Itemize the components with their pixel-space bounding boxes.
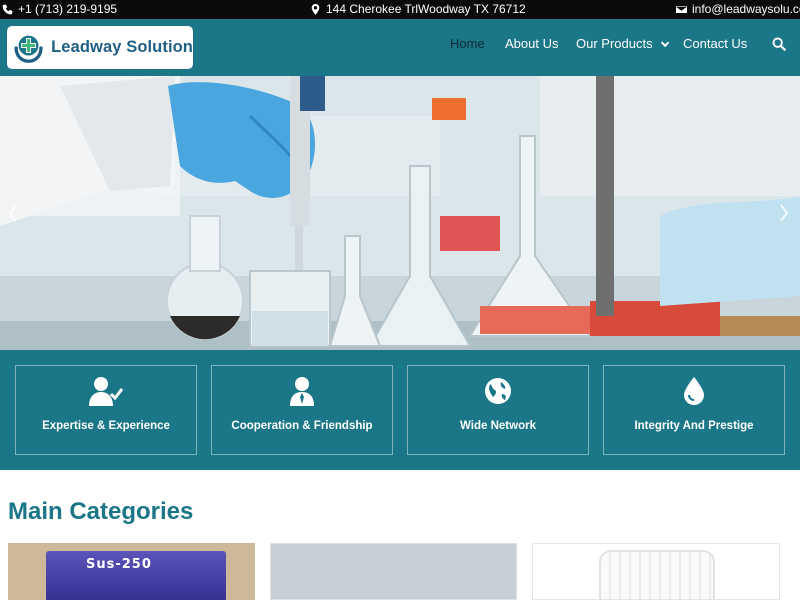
nav-contact-us[interactable]: Contact Us [683, 36, 747, 51]
address-contact: 144 Cherokee TrlWoodway TX 76712 [310, 2, 526, 16]
bottle-cap-image [599, 550, 715, 599]
search-icon[interactable] [772, 37, 786, 51]
main-navbar: Leadway Solution Home About Us Our Produ… [0, 19, 800, 76]
chevron-down-icon [660, 38, 669, 48]
category-card-2[interactable] [270, 543, 517, 600]
user-check-icon [89, 377, 123, 406]
top-bar: +1 (713) 219-9195 144 Cherokee TrlWoodwa… [0, 0, 800, 19]
feature-label: Cooperation & Friendship [231, 420, 373, 432]
medical-cross-hands-icon [14, 35, 43, 63]
main-categories-title: Main Categories [8, 498, 194, 525]
nav-our-products-label: Our Products [576, 36, 653, 51]
phone-contact[interactable]: +1 (713) 219-9195 [2, 2, 117, 16]
hero-slider [0, 76, 800, 350]
feature-expertise: Expertise & Experience [15, 365, 197, 455]
feature-label: Wide Network [460, 420, 536, 432]
brand-name: Leadway Solution [51, 38, 193, 56]
category-card-1[interactable]: Sus-250 [8, 543, 255, 600]
category-card-3[interactable] [532, 543, 780, 600]
envelope-icon [676, 5, 687, 13]
chevron-left-icon[interactable] [8, 204, 18, 222]
feature-network: Wide Network [407, 365, 589, 455]
email-text: info@leadwaysolu.com [692, 2, 800, 16]
feature-label: Expertise & Experience [42, 420, 170, 432]
product-label: Sus-250 [86, 557, 152, 572]
map-pin-icon [311, 3, 320, 15]
nav-our-products[interactable]: Our Products [576, 36, 669, 51]
chevron-right-icon[interactable] [779, 204, 789, 222]
features-section: Expertise & Experience Cooperation & Fri… [0, 350, 800, 470]
product-box-image: Sus-250 [46, 551, 226, 600]
nav-about-us[interactable]: About Us [505, 36, 558, 51]
phone-icon [2, 4, 13, 14]
address-text: 144 Cherokee TrlWoodway TX 76712 [326, 2, 526, 16]
feature-label: Integrity And Prestige [634, 420, 754, 432]
user-tie-icon [290, 377, 314, 406]
lab-glassware-image [0, 76, 800, 350]
site-logo[interactable]: Leadway Solution [7, 26, 193, 69]
email-contact[interactable]: info@leadwaysolu.com [676, 2, 800, 16]
feature-integrity: Integrity And Prestige [603, 365, 785, 455]
globe-icon [485, 378, 511, 404]
nav-home[interactable]: Home [450, 36, 485, 51]
phone-text: +1 (713) 219-9195 [18, 2, 118, 16]
feature-cooperation: Cooperation & Friendship [211, 365, 393, 455]
drop-icon [684, 377, 704, 405]
